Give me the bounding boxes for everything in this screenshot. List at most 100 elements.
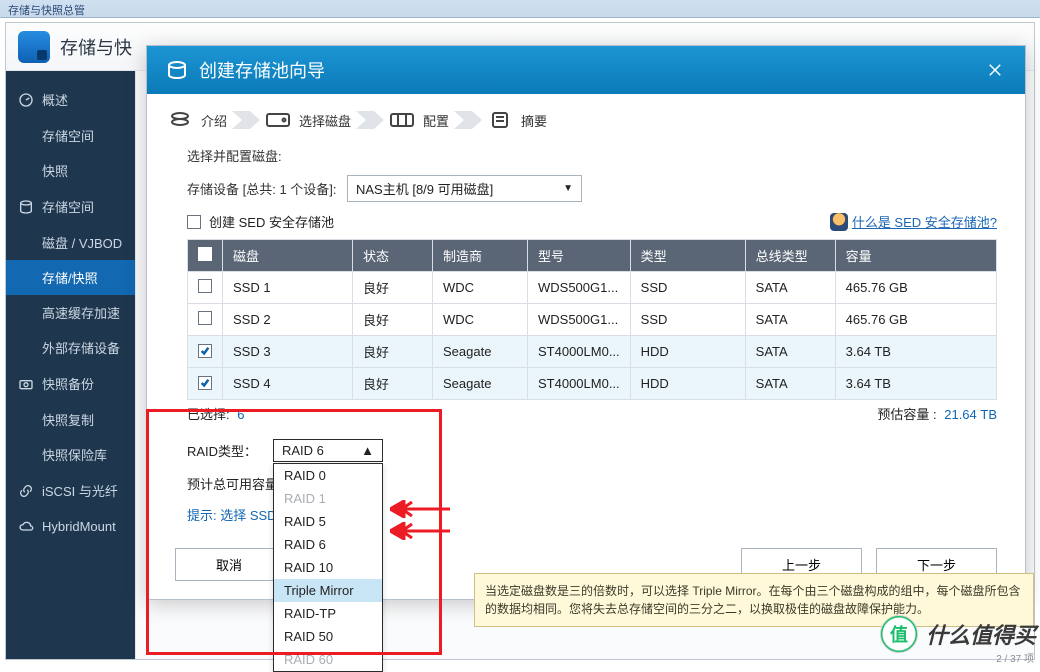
sidebar-label: 快照备份	[42, 374, 94, 393]
camera-icon	[18, 376, 34, 392]
raid-option: RAID 60	[274, 648, 382, 671]
what-is-sed-text: 什么是 SED 安全存储池?	[852, 212, 997, 231]
close-button[interactable]	[983, 58, 1007, 82]
cell-type: SSD	[630, 272, 745, 304]
cell-capacity: 465.76 GB	[835, 304, 996, 336]
chevron-right-icon	[453, 110, 483, 130]
cell-type: HDD	[630, 368, 745, 400]
table-row[interactable]: SSD 2 良好 WDC WDS500G1... SSD SATA 465.76…	[188, 304, 997, 336]
step-summary[interactable]: 摘要	[487, 111, 547, 130]
col-bus[interactable]: 总线类型	[745, 240, 835, 272]
cell-disk: SSD 2	[223, 304, 353, 336]
sidebar: 概述 存储空间 快照 存储空间 磁盘 / VJBOD 存储/快照 高速缓存加速 …	[6, 71, 135, 659]
sidebar-item-storage-space-sub[interactable]: 存储空间	[6, 118, 135, 153]
sidebar-item-overview[interactable]: 概述	[6, 81, 135, 118]
disk-stack-icon	[18, 199, 34, 215]
cell-status: 良好	[353, 304, 433, 336]
cell-model: ST4000LM0...	[528, 368, 631, 400]
what-is-sed-link[interactable]: 什么是 SED 安全存储池?	[830, 212, 997, 231]
dialog-header: 创建存储池向导	[147, 46, 1025, 94]
col-vendor[interactable]: 制造商	[433, 240, 528, 272]
col-status[interactable]: 状态	[353, 240, 433, 272]
raid-option[interactable]: RAID 0	[274, 464, 382, 487]
cell-disk: SSD 4	[223, 368, 353, 400]
cell-bus: SATA	[745, 304, 835, 336]
window-title-bar: 存储与快照总管	[0, 0, 1040, 18]
cell-disk: SSD 1	[223, 272, 353, 304]
sidebar-item-disks-vjbod[interactable]: 磁盘 / VJBOD	[6, 225, 135, 260]
select-all-checkbox[interactable]	[198, 247, 212, 261]
sidebar-item-storage-space[interactable]: 存储空间	[6, 188, 135, 225]
sidebar-item-iscsi-fc[interactable]: iSCSI 与光纤	[6, 472, 135, 509]
sidebar-item-external-storage[interactable]: 外部存储设备	[6, 330, 135, 365]
sidebar-item-storage-snapshot[interactable]: 存储/快照	[6, 260, 135, 295]
cell-status: 良好	[353, 272, 433, 304]
storage-device-value: NAS主机 [8/9 可用磁盘]	[356, 179, 493, 198]
segments-icon	[389, 111, 415, 129]
cell-vendor: Seagate	[433, 368, 528, 400]
select-disk-prompt: 选择并配置磁盘:	[187, 146, 997, 165]
est-capacity-value: 21.64 TB	[944, 407, 997, 422]
raid-option[interactable]: RAID 6	[274, 533, 382, 556]
col-model[interactable]: 型号	[528, 240, 631, 272]
raid-option[interactable]: Triple Mirror	[274, 579, 382, 602]
row-checkbox[interactable]	[198, 279, 212, 293]
cell-vendor: WDC	[433, 304, 528, 336]
step-intro[interactable]: 介绍	[167, 111, 227, 130]
cell-capacity: 3.64 TB	[835, 368, 996, 400]
raid-type-label: RAID类型：	[187, 441, 273, 460]
sed-label: 创建 SED 安全存储池	[209, 212, 334, 231]
raid-option[interactable]: RAID 50	[274, 625, 382, 648]
sidebar-item-snapshot-backup[interactable]: 快照备份	[6, 365, 135, 402]
step-label: 配置	[423, 111, 449, 130]
table-row[interactable]: SSD 3 良好 Seagate ST4000LM0... HDD SATA 3…	[188, 336, 997, 368]
clipboard-icon	[487, 111, 513, 129]
cancel-button[interactable]: 取消	[175, 548, 283, 581]
cloud-icon	[18, 518, 34, 534]
raid-option[interactable]: RAID-TP	[274, 602, 382, 625]
cell-model: WDS500G1...	[528, 304, 631, 336]
cell-model: WDS500G1...	[528, 272, 631, 304]
raid-selected-value: RAID 6	[282, 443, 324, 458]
watermark: 值 什么值得买	[880, 615, 1036, 653]
sidebar-item-hybridmount[interactable]: HybridMount	[6, 509, 135, 543]
cell-vendor: Seagate	[433, 336, 528, 368]
cell-capacity: 465.76 GB	[835, 272, 996, 304]
cell-bus: SATA	[745, 336, 835, 368]
sidebar-item-cache-accel[interactable]: 高速缓存加速	[6, 295, 135, 330]
storage-device-label: 存储设备 [总共: 1 个设备]:	[187, 179, 347, 198]
cell-model: ST4000LM0...	[528, 336, 631, 368]
caret-up-icon: ▲	[361, 443, 374, 458]
chevron-right-icon	[231, 110, 261, 130]
wizard-steps: 介绍 选择磁盘 配置 摘要	[147, 94, 1025, 138]
sidebar-item-snapshot[interactable]: 快照	[6, 153, 135, 188]
cell-capacity: 3.64 TB	[835, 336, 996, 368]
step-select-disk[interactable]: 选择磁盘	[265, 111, 351, 130]
cell-type: SSD	[630, 304, 745, 336]
table-row[interactable]: SSD 4 良好 Seagate ST4000LM0... HDD SATA 3…	[188, 368, 997, 400]
cell-disk: SSD 3	[223, 336, 353, 368]
sidebar-item-snapshot-replica[interactable]: 快照复制	[6, 402, 135, 437]
row-checkbox[interactable]	[198, 344, 212, 358]
raid-option[interactable]: RAID 10	[274, 556, 382, 579]
storage-device-select[interactable]: NAS主机 [8/9 可用磁盘] ▼	[347, 175, 582, 202]
app-title: 存储与快	[60, 34, 132, 60]
raid-type-select[interactable]: RAID 6 ▲	[273, 439, 383, 462]
disk-table: 磁盘 状态 制造商 型号 类型 总线类型 容量 SSD 1 良好 WDC WDS…	[187, 239, 997, 400]
row-checkbox[interactable]	[198, 311, 212, 325]
create-pool-wizard-dialog: 创建存储池向导 介绍 选择磁盘 配置 摘要 选择并配置磁盘: 存储设备 [总共:…	[146, 45, 1026, 600]
col-disk[interactable]: 磁盘	[223, 240, 353, 272]
step-configure[interactable]: 配置	[389, 111, 449, 130]
cell-vendor: WDC	[433, 272, 528, 304]
cell-type: HDD	[630, 336, 745, 368]
col-type[interactable]: 类型	[630, 240, 745, 272]
raid-option[interactable]: RAID 5	[274, 510, 382, 533]
table-row[interactable]: SSD 1 良好 WDC WDS500G1... SSD SATA 465.76…	[188, 272, 997, 304]
row-checkbox[interactable]	[198, 376, 212, 390]
col-capacity[interactable]: 容量	[835, 240, 996, 272]
sidebar-item-snapshot-vault[interactable]: 快照保险库	[6, 437, 135, 472]
storage-pool-icon	[165, 58, 189, 82]
sed-checkbox[interactable]	[187, 215, 201, 229]
drive-icon	[265, 111, 291, 129]
link-icon	[18, 483, 34, 499]
